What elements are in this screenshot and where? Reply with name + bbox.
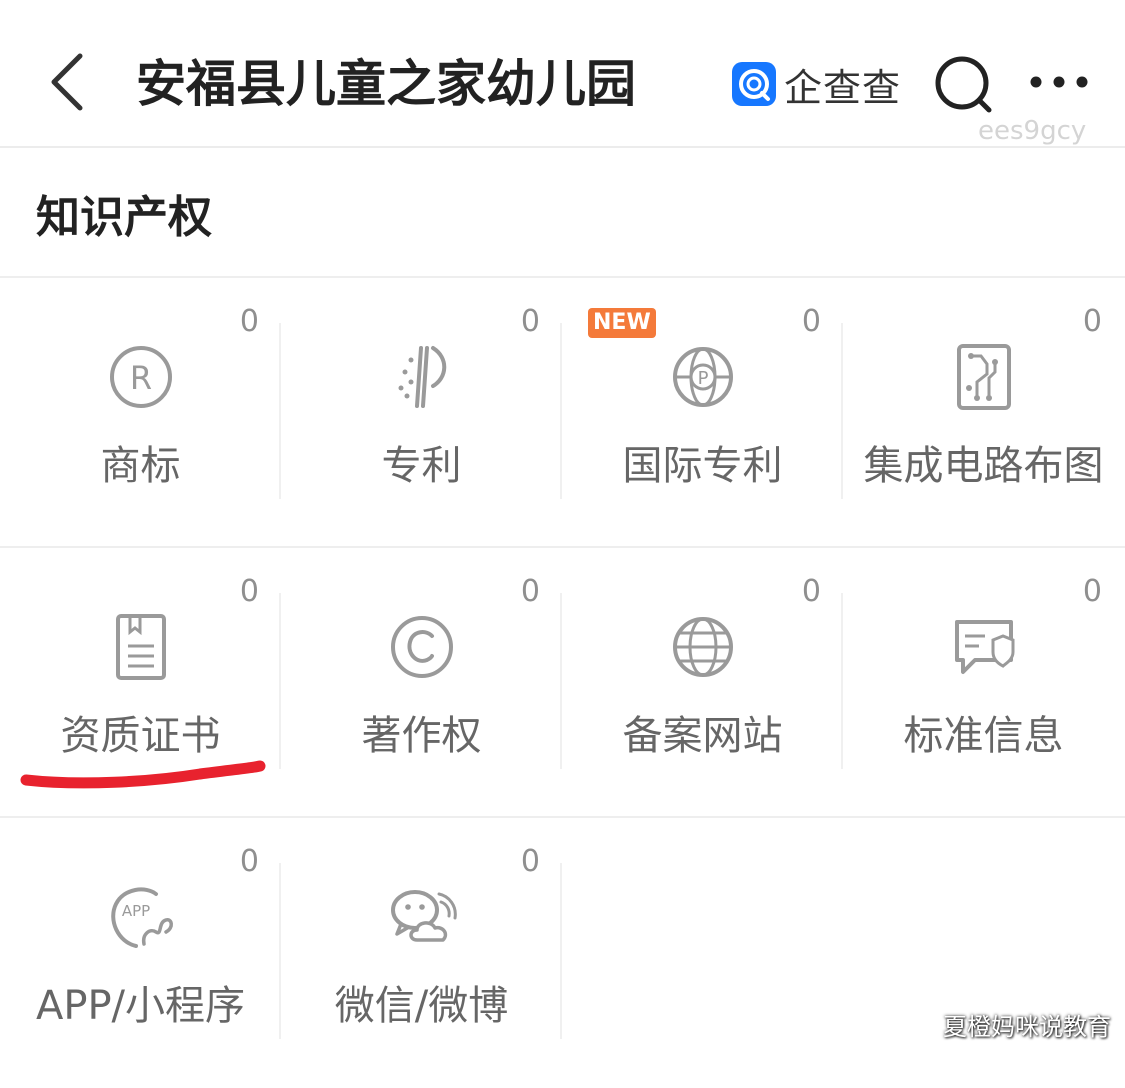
grid-item-copyright[interactable]: 0 著作权 <box>281 548 562 818</box>
item-label: 微信/微博 <box>334 983 509 1029</box>
grid-item-wechat-weibo[interactable]: 0 微信/微博 <box>281 818 562 1088</box>
item-label: 商标 <box>100 443 181 489</box>
grid-item-app-miniprogram[interactable]: 0 APP APP/小程序 <box>0 818 281 1088</box>
grid-item-trademark[interactable]: 0 R 商标 <box>0 278 281 548</box>
item-label: APP/小程序 <box>35 983 246 1029</box>
chevron-left-icon <box>51 53 83 111</box>
item-count: 0 <box>801 574 821 609</box>
item-count: 0 <box>239 304 259 339</box>
item-label: 资质证书 <box>60 713 221 759</box>
section-title: 知识产权 <box>36 192 212 243</box>
certificate-icon <box>116 614 166 680</box>
item-label: 标准信息 <box>903 713 1064 759</box>
copyright-icon <box>391 616 453 678</box>
item-count: 0 <box>801 304 821 339</box>
item-count: 0 <box>239 844 259 879</box>
search-button[interactable] <box>930 52 996 118</box>
more-dots-icon <box>1030 76 1088 88</box>
watermark-text: 夏橙妈咪说教育 <box>943 1013 1111 1041</box>
item-label: 备案网站 <box>622 713 783 759</box>
circuit-layout-icon <box>957 344 1011 410</box>
standard-info-icon <box>955 620 1015 674</box>
back-button[interactable] <box>40 50 96 114</box>
item-count: 0 <box>520 574 540 609</box>
svg-text:APP: APP <box>122 902 150 920</box>
item-count: 0 <box>520 304 540 339</box>
item-label: 国际专利 <box>622 443 783 489</box>
brand-logo: 企查查 <box>732 60 901 110</box>
svg-text:P: P <box>698 368 709 389</box>
item-label: 专利 <box>381 443 462 489</box>
item-count: 0 <box>520 844 540 879</box>
search-icon <box>935 56 992 113</box>
registered-trademark-icon: R <box>110 346 172 408</box>
svg-text:R: R <box>130 359 152 397</box>
qichacha-logo-icon <box>732 62 776 106</box>
item-count: 0 <box>1082 574 1102 609</box>
international-patent-icon: P <box>673 347 733 407</box>
top-bar: 安福县儿童之家幼儿园 企查查 ees9gcy <box>0 0 1125 148</box>
more-options-button[interactable] <box>1026 62 1092 102</box>
brand-name: 企查查 <box>784 65 902 110</box>
new-badge: NEW <box>588 308 656 338</box>
wechat-weibo-icon <box>391 890 457 942</box>
patent-icon <box>398 346 447 408</box>
grid-item-international-patent[interactable]: NEW 0 P 国际专利 <box>562 278 843 548</box>
globe-icon <box>673 617 733 677</box>
item-label: 著作权 <box>361 713 482 759</box>
page-title: 安福县儿童之家幼儿园 <box>136 55 636 113</box>
app-icon: APP <box>111 887 173 948</box>
item-count: 0 <box>239 574 259 609</box>
cell-separator <box>560 863 562 1039</box>
grid-item-patent[interactable]: 0 专利 <box>281 278 562 548</box>
item-label: 集成电路布图 <box>863 443 1104 489</box>
grid-item-certificate[interactable]: 0 资质证书 <box>0 548 281 818</box>
grid-item-standard-info[interactable]: 0 标准信息 <box>843 548 1124 818</box>
watermark-text: ees9gcy <box>978 116 1087 146</box>
item-count: 0 <box>1082 304 1102 339</box>
grid-item-registered-website[interactable]: 0 备案网站 <box>562 548 843 818</box>
grid-item-circuit-layout[interactable]: 0 集成电路布图 <box>843 278 1124 548</box>
